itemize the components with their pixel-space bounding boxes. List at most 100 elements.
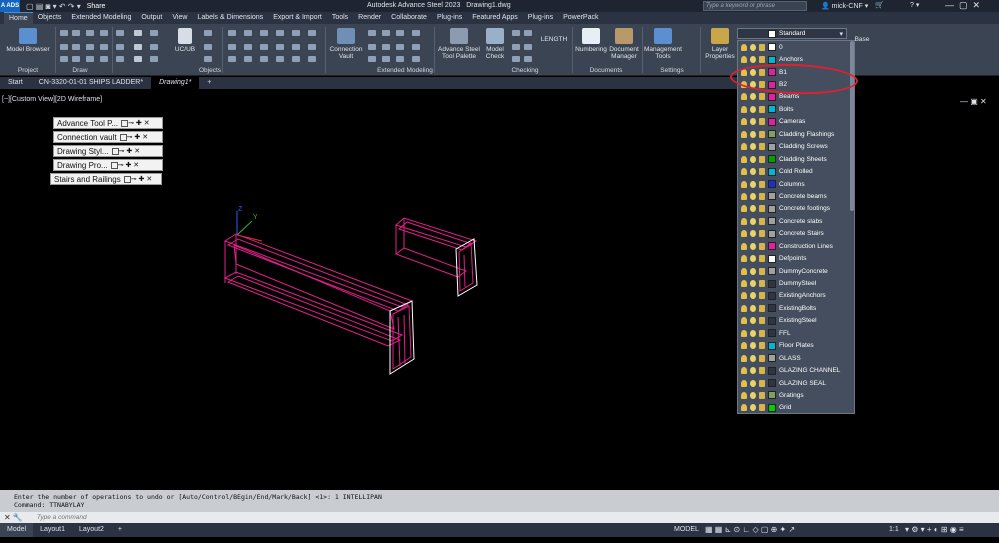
lightbulb-icon[interactable] xyxy=(741,143,747,151)
lightbulb-icon[interactable] xyxy=(741,217,747,225)
layer-row[interactable]: Grid xyxy=(738,402,854,413)
lock-icon[interactable] xyxy=(759,267,765,275)
ribbon-tab[interactable]: Render xyxy=(353,12,386,24)
file-tab[interactable]: Start xyxy=(0,77,31,89)
sun-icon[interactable] xyxy=(750,180,756,188)
lock-icon[interactable] xyxy=(759,118,765,126)
sun-icon[interactable] xyxy=(750,404,756,412)
lock-icon[interactable] xyxy=(759,280,765,288)
lock-icon[interactable] xyxy=(759,130,765,138)
lightbulb-icon[interactable] xyxy=(741,155,747,163)
model-check-button[interactable]: Model Check xyxy=(482,28,508,60)
file-tab[interactable]: CN-3320-01-01 SHIPS LADDER* xyxy=(31,77,151,89)
layer-row[interactable]: DummyConcrete xyxy=(738,265,854,277)
lightbulb-icon[interactable] xyxy=(741,192,747,200)
status-toggle-icons[interactable]: ▦ ▦ ⊾ ⊙ ∟ ◇ ▢ ⊕ ✦ ↗ xyxy=(705,525,795,534)
app-badge[interactable]: A ADS xyxy=(0,0,20,12)
model-space-toggle[interactable]: MODEL xyxy=(674,526,699,533)
sun-icon[interactable] xyxy=(750,329,756,337)
lightbulb-icon[interactable] xyxy=(741,367,747,375)
group-objects[interactable]: Objects xyxy=(180,67,240,75)
new-tab-button[interactable]: + xyxy=(199,77,219,89)
lightbulb-icon[interactable] xyxy=(741,292,747,300)
lightbulb-icon[interactable] xyxy=(741,93,747,101)
layer-row[interactable]: Concrete footings xyxy=(738,203,854,215)
advance-steel-palette-button[interactable]: Advance Steel Tool Palette xyxy=(437,28,481,60)
lightbulb-icon[interactable] xyxy=(741,342,747,350)
layer-row[interactable]: GLAZING SEAL xyxy=(738,377,854,389)
lock-icon[interactable] xyxy=(759,93,765,101)
layer-row[interactable]: ExistingBolts xyxy=(738,302,854,314)
lock-icon[interactable] xyxy=(759,342,765,350)
annotation-scale[interactable]: 1:1 xyxy=(889,526,899,533)
wrench-icon[interactable]: ✕ 🔧 xyxy=(4,513,23,522)
layer-properties-button[interactable]: Layer Properties xyxy=(703,28,737,60)
lock-icon[interactable] xyxy=(759,105,765,113)
layer-row[interactable]: Cladding Flashings xyxy=(738,128,854,140)
lock-icon[interactable] xyxy=(759,43,765,51)
sun-icon[interactable] xyxy=(750,143,756,151)
document-manager-button[interactable]: Document Manager xyxy=(607,28,641,60)
lightbulb-icon[interactable] xyxy=(741,304,747,312)
layer-row[interactable]: ExistingAnchors xyxy=(738,290,854,302)
ribbon-tab[interactable]: View xyxy=(167,12,192,24)
sun-icon[interactable] xyxy=(750,354,756,362)
lock-icon[interactable] xyxy=(759,404,765,412)
lock-icon[interactable] xyxy=(759,143,765,151)
lightbulb-icon[interactable] xyxy=(741,242,747,250)
layer-row[interactable]: Cold Rolled xyxy=(738,165,854,177)
layer-row[interactable]: Cameras xyxy=(738,116,854,128)
sun-icon[interactable] xyxy=(750,192,756,200)
layer-row[interactable]: Cladding Screws xyxy=(738,141,854,153)
numbering-button[interactable]: Numbering xyxy=(574,28,608,53)
lightbulb-icon[interactable] xyxy=(741,56,747,64)
lock-icon[interactable] xyxy=(759,354,765,362)
ribbon-tab[interactable]: Export & Import xyxy=(268,12,327,24)
layer-row[interactable]: Columns xyxy=(738,178,854,190)
user-account[interactable]: 👤 mick-CNF ▾ xyxy=(821,2,868,10)
window-controls[interactable]: — ▢ ✕ xyxy=(945,0,980,11)
lightbulb-icon[interactable] xyxy=(741,118,747,126)
layout-tab[interactable]: Model xyxy=(0,523,34,537)
steel-beam-1[interactable] xyxy=(223,233,415,375)
group-checking[interactable]: Checking xyxy=(500,67,550,75)
lightbulb-icon[interactable] xyxy=(741,43,747,51)
lightbulb-icon[interactable] xyxy=(741,255,747,263)
sun-icon[interactable] xyxy=(750,93,756,101)
command-input[interactable] xyxy=(36,514,337,521)
sun-icon[interactable] xyxy=(750,205,756,213)
ribbon-tab[interactable]: Home xyxy=(4,12,33,24)
layer-list-scrollbar[interactable] xyxy=(850,41,854,211)
sun-icon[interactable] xyxy=(750,379,756,387)
sun-icon[interactable] xyxy=(750,105,756,113)
sun-icon[interactable] xyxy=(750,304,756,312)
lightbulb-icon[interactable] xyxy=(741,354,747,362)
base-button[interactable]: Base xyxy=(852,36,872,43)
ucs-button[interactable]: UC/UB xyxy=(170,28,200,53)
ribbon-tab[interactable]: Collaborate xyxy=(386,12,432,24)
sun-icon[interactable] xyxy=(750,217,756,225)
file-tab[interactable]: Drawing1* xyxy=(151,77,200,89)
layer-row[interactable]: Gratings xyxy=(738,389,854,401)
model-browser-button[interactable]: Model Browser xyxy=(4,28,52,53)
layout-tab[interactable]: Layout1 xyxy=(33,523,72,537)
layer-row[interactable]: GLASS xyxy=(738,352,854,364)
ribbon-tab[interactable]: Plug-ins xyxy=(523,12,558,24)
lightbulb-icon[interactable] xyxy=(741,404,747,412)
sun-icon[interactable] xyxy=(750,56,756,64)
lock-icon[interactable] xyxy=(759,304,765,312)
lightbulb-icon[interactable] xyxy=(741,391,747,399)
lock-icon[interactable] xyxy=(759,56,765,64)
lock-icon[interactable] xyxy=(759,391,765,399)
sun-icon[interactable] xyxy=(750,230,756,238)
lightbulb-icon[interactable] xyxy=(741,329,747,337)
layer-row[interactable]: Bolts xyxy=(738,103,854,115)
layer-row[interactable]: Cladding Sheets xyxy=(738,153,854,165)
layer-row[interactable]: DummySteel xyxy=(738,277,854,289)
layer-row[interactable]: FFL xyxy=(738,327,854,339)
sun-icon[interactable] xyxy=(750,292,756,300)
connection-vault-button[interactable]: Connection Vault xyxy=(328,28,364,60)
lightbulb-icon[interactable] xyxy=(741,280,747,288)
sun-icon[interactable] xyxy=(750,118,756,126)
length-button[interactable]: LENGTH xyxy=(540,36,568,43)
